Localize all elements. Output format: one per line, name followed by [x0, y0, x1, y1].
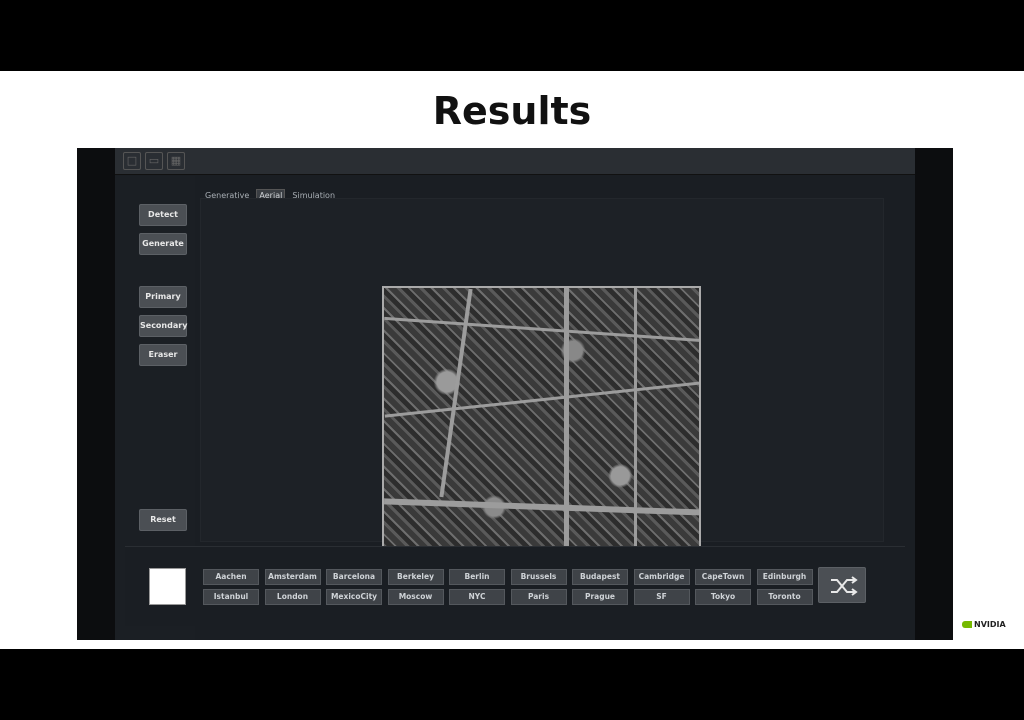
open-folder-icon[interactable]: ▭	[145, 152, 163, 170]
city-button-berkeley[interactable]: Berkeley	[387, 569, 444, 585]
toolbar: □ ▭ ▦	[115, 148, 915, 175]
city-button-cambridge[interactable]: Cambridge	[633, 569, 690, 585]
new-file-icon[interactable]: □	[123, 152, 141, 170]
save-icon[interactable]: ▦	[167, 152, 185, 170]
color-swatch[interactable]	[149, 568, 186, 605]
city-button-nyc[interactable]: NYC	[449, 589, 505, 605]
city-button-edinburgh[interactable]: Edinburgh	[756, 569, 813, 585]
eraser-button[interactable]: Eraser	[139, 344, 187, 366]
city-button-barcelona[interactable]: Barcelona	[326, 569, 382, 585]
city-button-london[interactable]: London	[264, 589, 321, 605]
city-button-berlin[interactable]: Berlin	[449, 569, 505, 585]
city-panel: Aachen Amsterdam Barcelona Berkeley Berlin Br…	[125, 546, 905, 626]
city-button-brussels[interactable]: Brussels	[510, 569, 567, 585]
nvidia-logo: NVIDIA	[962, 620, 1006, 629]
slide: Results □ ▭ ▦ Detect Generate Primary Se…	[0, 71, 1024, 649]
generate-button[interactable]: Generate	[139, 233, 187, 255]
road	[384, 498, 699, 516]
detect-button[interactable]: Detect	[139, 204, 187, 226]
city-button-istanbul[interactable]: Istanbul	[203, 589, 259, 605]
city-button-sf[interactable]: SF	[633, 589, 690, 605]
slide-title: Results	[432, 89, 592, 133]
city-button-mexicocity[interactable]: MexicoCity	[326, 589, 382, 605]
secondary-button[interactable]: Secondary	[139, 315, 187, 337]
shuffle-icon	[831, 576, 858, 596]
nvidia-eye-icon	[962, 621, 972, 628]
road	[384, 316, 699, 343]
city-button-amsterdam[interactable]: Amsterdam	[264, 569, 321, 585]
shuffle-button[interactable]	[818, 567, 866, 603]
road	[384, 381, 699, 418]
road	[439, 288, 473, 498]
city-button-toronto[interactable]: Toronto	[756, 589, 813, 605]
city-button-aachen[interactable]: Aachen	[203, 569, 259, 585]
reset-button[interactable]: Reset	[139, 509, 187, 531]
video-frame: □ ▭ ▦ Detect Generate Primary Secondary …	[77, 148, 953, 640]
city-button-prague[interactable]: Prague	[572, 589, 628, 605]
city-button-tokyo[interactable]: Tokyo	[695, 589, 751, 605]
city-button-paris[interactable]: Paris	[510, 589, 567, 605]
city-button-capetown[interactable]: CapeTown	[695, 569, 751, 585]
city-button-moscow[interactable]: Moscow	[387, 589, 444, 605]
city-button-budapest[interactable]: Budapest	[572, 569, 628, 585]
app-window: □ ▭ ▦ Detect Generate Primary Secondary …	[115, 148, 915, 640]
tab-bar: Generative Aerial Simulation	[203, 183, 337, 202]
primary-button[interactable]: Primary	[139, 286, 187, 308]
